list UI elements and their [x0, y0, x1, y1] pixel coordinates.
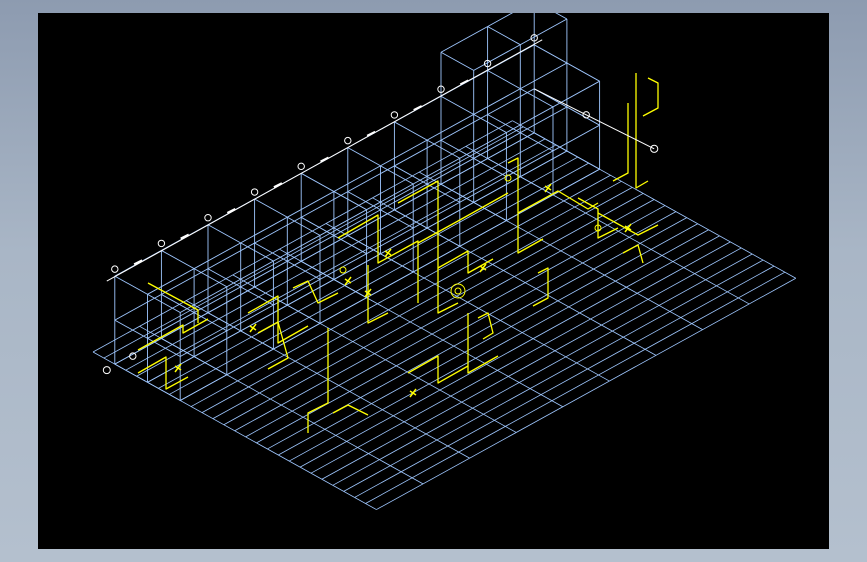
- grid-bubble: [204, 214, 212, 222]
- pipe-symbol: [249, 325, 257, 331]
- pipe-run: [367, 265, 389, 324]
- frame-beam: [147, 62, 568, 295]
- floor-grid-line: [201, 180, 622, 413]
- floor-grid-line: [343, 259, 764, 492]
- frame-beam: [147, 106, 568, 339]
- floor-grid-line: [310, 241, 731, 474]
- pipe-run: [332, 404, 369, 416]
- pipe-run: [532, 267, 549, 307]
- pipe-symbol: [544, 185, 552, 191]
- floor-grid-line: [223, 193, 644, 426]
- floor-grid-line: [365, 271, 786, 504]
- frame-beam: [179, 80, 600, 313]
- grid-bubble: [111, 265, 119, 273]
- pipe-run: [612, 103, 629, 182]
- pipe-run: [247, 295, 309, 344]
- floor-grid-line: [245, 205, 666, 438]
- frame-beam: [179, 168, 600, 401]
- valve-fitting: [454, 287, 462, 295]
- pipe-run: [597, 212, 659, 236]
- grid-bubble: [650, 144, 659, 153]
- pipe-run: [467, 313, 499, 374]
- grid-bubble: [157, 239, 166, 248]
- frame-beam: [179, 124, 600, 357]
- pipe-run: [507, 157, 544, 254]
- floor-grid-line: [234, 199, 655, 432]
- floor-grid-line: [169, 162, 589, 395]
- pipe-run: [635, 73, 649, 189]
- floor-grid-line: [136, 144, 557, 377]
- floor-grid-line: [212, 187, 633, 420]
- structural-grid: [92, 13, 796, 510]
- grid-bubble: [390, 111, 399, 119]
- tower-beam: [555, 13, 568, 20]
- floor-grid-line: [289, 229, 709, 462]
- cad-viewport[interactable]: [38, 13, 829, 549]
- tower-beam: [440, 51, 474, 71]
- floor-grid-line: [103, 126, 524, 359]
- pipe-run: [292, 280, 339, 304]
- floor-grid-line: [92, 120, 513, 353]
- tower-beam: [487, 26, 521, 46]
- frame-beam: [114, 132, 535, 365]
- pipe-symbol: [384, 250, 392, 256]
- floor-grid-line: [278, 223, 698, 456]
- grid-bubble: [102, 366, 111, 375]
- floor-grid-line: [125, 138, 546, 371]
- pipe-run: [642, 77, 659, 117]
- grid-bubble: [250, 188, 259, 196]
- pipe-run: [577, 197, 619, 239]
- isometric-piping-drawing: [92, 13, 796, 510]
- floor-grid-line: [332, 253, 753, 486]
- grid-bubble: [344, 136, 352, 145]
- piping-runs: [137, 73, 659, 433]
- grid-bubble: [297, 162, 305, 171]
- floor-grid-line: [321, 247, 742, 480]
- pipe-run: [622, 244, 644, 264]
- floor-grid-line: [256, 211, 677, 444]
- frame-beam: [147, 150, 568, 383]
- floor-grid-line: [299, 235, 720, 468]
- pipe-fitting: [339, 266, 347, 274]
- pipe-symbol: [344, 278, 352, 284]
- frame-beam: [114, 88, 535, 321]
